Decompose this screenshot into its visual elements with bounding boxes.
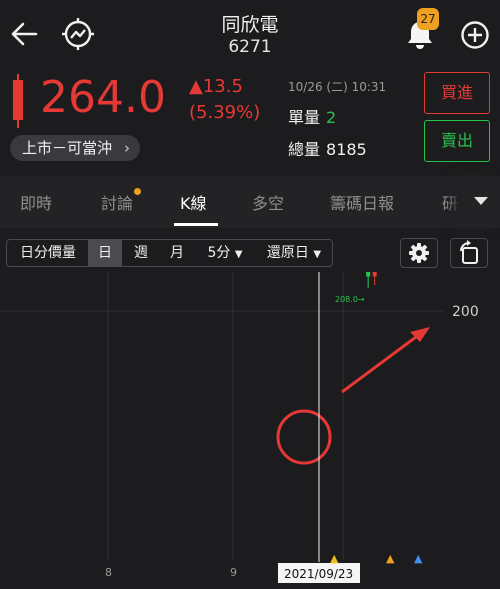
tab-long-short[interactable]: 多空 [252, 190, 284, 214]
x-tick-label: 8 [105, 566, 112, 579]
chevron-right-icon: › [124, 139, 131, 157]
signal-marker: ▲ [330, 552, 339, 565]
kline-chart-svg[interactable]: 28026024022020089—284.0208.0→237.02021/0… [0, 272, 500, 589]
minute-dropdown[interactable]: 5分 ▼ [198, 239, 252, 267]
day-button[interactable]: 日 [88, 239, 122, 267]
adjust-label: 還原日 [266, 245, 309, 261]
low-price-marker: 208.0→ [335, 295, 365, 304]
caret-down-icon [474, 197, 488, 205]
active-tab-underline [174, 223, 218, 226]
tab-more-button[interactable] [462, 176, 500, 228]
last-price: 264.0 [40, 72, 166, 123]
x-tick-label: 9 [230, 566, 237, 579]
rotate-screen-icon [460, 240, 478, 264]
price-change-pct: (5.39%) [189, 102, 261, 123]
total-volume: 總量 8185 [288, 136, 367, 160]
candle-body [372, 272, 377, 277]
caret-down-icon: ▼ [313, 249, 322, 260]
notification-badge: 27 [417, 8, 439, 30]
tab-research[interactable]: 研 [442, 190, 458, 214]
tab-realtime[interactable]: 即時 [20, 190, 52, 214]
new-indicator-dot [134, 188, 141, 195]
crosshair-date-label: 2021/09/23 [284, 567, 353, 581]
minute-label: 5分 [207, 245, 231, 261]
signal-marker: ▲ [414, 552, 423, 565]
candle-icon-body [13, 80, 23, 120]
unit-volume-label: 單量 [288, 108, 321, 127]
settings-button[interactable] [400, 238, 438, 268]
quote-datetime: 10/26 (二) 10:31 [288, 80, 387, 94]
tab-kline[interactable]: K線 [180, 190, 207, 214]
y-tick-label: 200 [452, 304, 479, 320]
total-volume-label: 總量 [288, 140, 321, 159]
adjust-dropdown[interactable]: 還原日 ▼ [256, 239, 332, 267]
week-button[interactable]: 週 [124, 239, 158, 267]
annotation-arrow [341, 332, 421, 394]
total-volume-value: 8185 [326, 140, 367, 159]
annotation-circle [276, 409, 332, 465]
unit-volume-value: 2 [326, 108, 337, 127]
gear-icon [409, 243, 429, 263]
month-button[interactable]: 月 [160, 239, 194, 267]
tab-discussion[interactable]: 討論 [101, 190, 133, 214]
candle-body [366, 272, 371, 277]
price-change: ▲13.5 [189, 76, 243, 97]
sell-button[interactable]: 賣出 [424, 120, 490, 162]
top-bar: 同欣電 6271 27 [0, 0, 500, 68]
tab-chip-daily[interactable]: 籌碼日報 [330, 190, 394, 214]
rotate-button[interactable] [450, 238, 488, 268]
caret-down-icon: ▼ [234, 249, 243, 260]
market-type-label: 上市－可當沖 [22, 139, 113, 157]
unit-volume: 單量 2 [288, 104, 336, 128]
quote-panel: 264.0 ▲13.5 (5.39%) 上市－可當沖 › 10/26 (二) 1… [0, 68, 500, 168]
intraday-volume-button[interactable]: 日分價量 [8, 239, 88, 267]
kline-chart[interactable]: 28026024022020089—284.0208.0→237.02021/0… [0, 272, 500, 589]
buy-button[interactable]: 買進 [424, 72, 490, 114]
tab-bar: 即時 討論 K線 多空 籌碼日報 研 [0, 176, 500, 228]
add-icon[interactable] [460, 20, 490, 50]
market-type-button[interactable]: 上市－可當沖 › [10, 135, 141, 161]
signal-marker: ▲ [386, 552, 395, 565]
chart-toolbar: 日分價量 日 週 月 5分 ▼ 還原日 ▼ [0, 234, 500, 272]
